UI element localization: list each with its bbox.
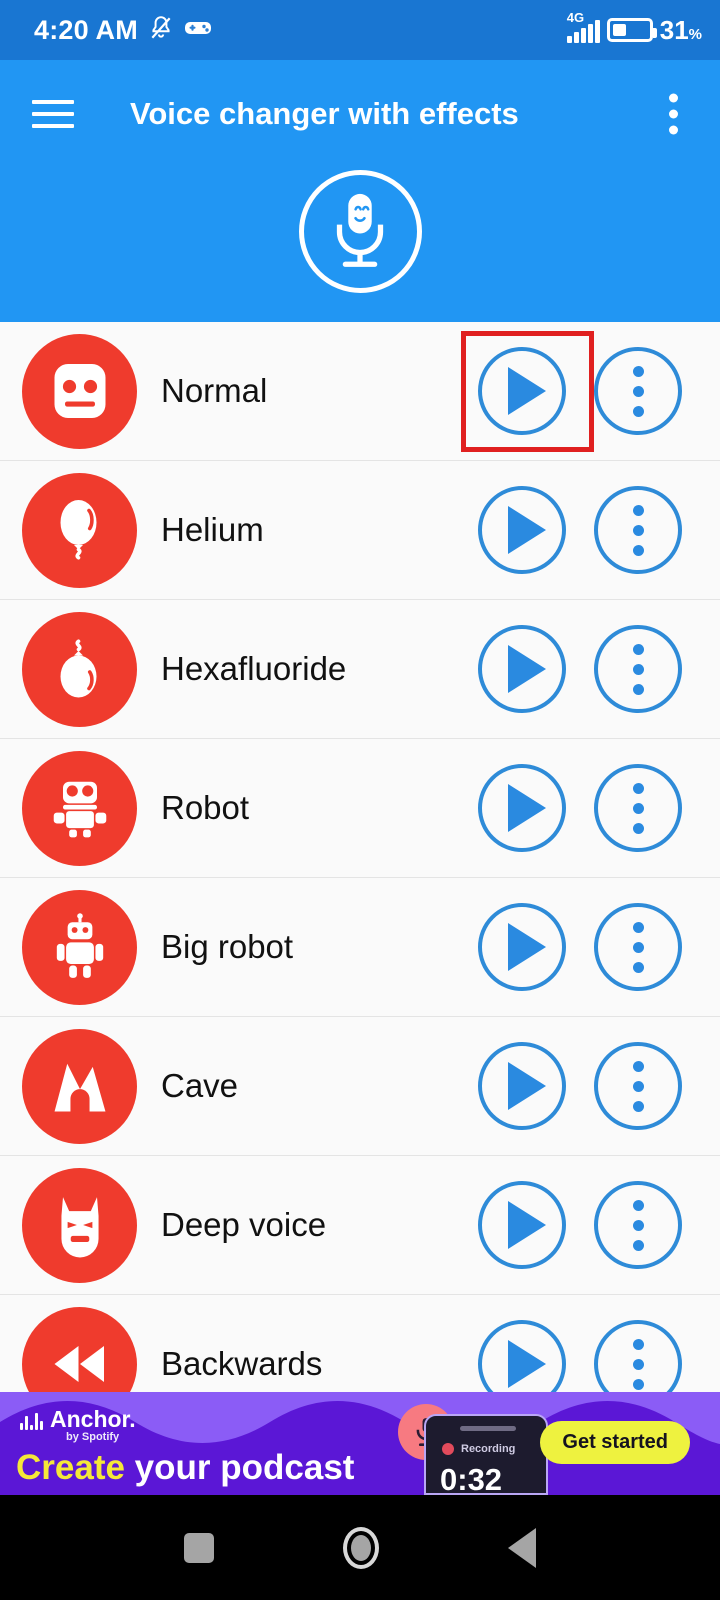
network-type-label: 4G [567, 11, 584, 24]
list-item-actions [478, 903, 720, 991]
overflow-menu-icon[interactable] [594, 486, 682, 574]
list-item-actions [478, 347, 720, 435]
list-item[interactable]: Big robot [0, 878, 720, 1017]
overflow-menu-icon[interactable] [594, 903, 682, 991]
battery-icon [607, 18, 653, 42]
ad-headline-rest: your podcast [125, 1448, 354, 1487]
play-icon[interactable] [478, 486, 566, 574]
ad-banner[interactable]: Anchor. by Spotify Create your podcast R… [0, 1392, 720, 1495]
phone-screen: 4:20 AM 4G [0, 0, 720, 1600]
cave-mountain-icon [22, 1029, 137, 1144]
overflow-menu-icon[interactable] [594, 625, 682, 713]
play-icon[interactable] [478, 1320, 566, 1392]
play-icon[interactable] [478, 764, 566, 852]
recording-label: Recording [461, 1443, 515, 1455]
list-item-actions [478, 1320, 720, 1392]
app-bar: Voice changer with effects [0, 60, 720, 322]
overflow-menu-icon[interactable] [594, 1320, 682, 1392]
smiling-microphone-icon [299, 170, 422, 293]
list-item-label: Robot [161, 789, 478, 827]
status-bar-left: 4:20 AM [34, 15, 212, 46]
play-icon[interactable] [478, 903, 566, 991]
status-bar: 4:20 AM 4G [0, 0, 720, 60]
app-bar-top-row: Voice changer with effects [0, 60, 720, 168]
phone-notch [460, 1426, 516, 1431]
list-item[interactable]: Normal [0, 322, 720, 461]
inverted-balloon-icon [22, 612, 137, 727]
recents-square-icon[interactable] [184, 1533, 214, 1563]
bell-mute-icon [148, 15, 174, 46]
list-item[interactable]: Backwards [0, 1295, 720, 1392]
ad-brand-subtitle: by Spotify [66, 1431, 119, 1443]
recording-status: Recording [442, 1443, 515, 1455]
ad-headline: Create your podcast [16, 1448, 354, 1488]
big-robot-icon [22, 890, 137, 1005]
play-icon[interactable] [478, 1042, 566, 1130]
overflow-menu-icon[interactable] [594, 347, 682, 435]
robot-face-icon [22, 334, 137, 449]
bat-mask-icon [22, 1168, 137, 1283]
list-item-actions [478, 625, 720, 713]
list-item-actions [478, 764, 720, 852]
ad-brand-name: Anchor. [50, 1409, 136, 1430]
list-item-label: Normal [161, 372, 478, 410]
list-item[interactable]: Cave [0, 1017, 720, 1156]
get-started-button[interactable]: Get started [540, 1421, 690, 1464]
play-icon[interactable] [478, 347, 566, 435]
list-item-label: Backwards [161, 1345, 478, 1383]
back-triangle-icon[interactable] [508, 1528, 536, 1568]
game-controller-icon [184, 18, 212, 43]
list-item[interactable]: Helium [0, 461, 720, 600]
list-item-actions [478, 1181, 720, 1269]
home-circle-icon[interactable] [343, 1527, 379, 1569]
anchor-logo: Anchor. [20, 1409, 136, 1430]
play-icon[interactable] [478, 1181, 566, 1269]
recording-dot-icon [442, 1443, 454, 1455]
list-item-label: Cave [161, 1067, 478, 1105]
list-item-label: Deep voice [161, 1206, 478, 1244]
list-item[interactable]: Robot [0, 739, 720, 878]
play-icon[interactable] [478, 625, 566, 713]
status-bar-right: 4G 31% [567, 15, 702, 46]
signal-bars-icon: 4G [567, 17, 600, 43]
ad-headline-highlight: Create [16, 1448, 125, 1487]
robot-icon [22, 751, 137, 866]
list-item[interactable]: Hexafluoride [0, 600, 720, 739]
android-navigation-bar [0, 1495, 720, 1600]
overflow-menu-icon[interactable] [594, 764, 682, 852]
anchor-waveform-icon [20, 1412, 43, 1430]
battery-percent: 31% [660, 15, 702, 46]
overflow-menu-icon[interactable] [594, 1042, 682, 1130]
hamburger-menu-icon[interactable] [32, 100, 74, 128]
overflow-menu-icon[interactable] [669, 94, 678, 135]
list-item-label: Helium [161, 511, 478, 549]
list-item-actions [478, 486, 720, 574]
page-title: Voice changer with effects [130, 96, 519, 132]
balloon-icon [22, 473, 137, 588]
status-time: 4:20 AM [34, 15, 138, 46]
recording-timer: 0:32 [440, 1462, 502, 1495]
list-item-label: Big robot [161, 928, 478, 966]
list-item-label: Hexafluoride [161, 650, 478, 688]
overflow-menu-icon[interactable] [594, 1181, 682, 1269]
voice-effects-list[interactable]: Normal Helium [0, 322, 720, 1392]
list-item[interactable]: Deep voice [0, 1156, 720, 1295]
list-item-actions [478, 1042, 720, 1130]
ad-recording-widget: Recording 0:32 [424, 1414, 548, 1495]
rewind-icon [22, 1307, 137, 1393]
app-logo-container [0, 170, 720, 293]
